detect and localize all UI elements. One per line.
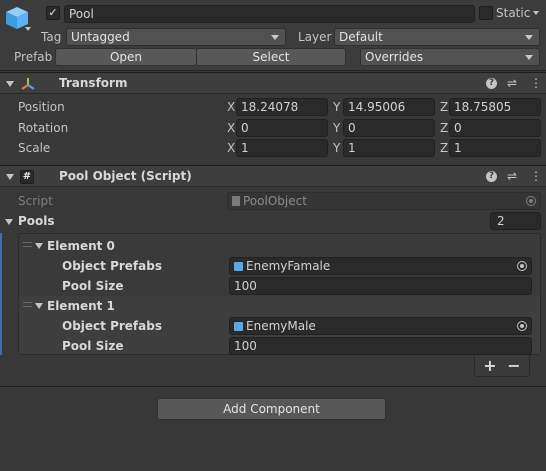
scale-y-axis[interactable]: Y — [333, 141, 340, 155]
element-fold-arrow-icon[interactable] — [35, 243, 43, 249]
more-options-icon[interactable]: ⋮ — [530, 170, 542, 182]
object-picker-icon[interactable] — [517, 261, 527, 271]
element-0-prefab-value: EnemyFamale — [246, 259, 331, 273]
rotation-x-axis[interactable]: X — [227, 121, 235, 135]
prefab-cube-icon — [234, 322, 243, 331]
tag-value: Untagged — [71, 30, 130, 44]
pool-object-header[interactable]: # Pool Object (Script) ? ⇌ ⋮ — [0, 165, 546, 187]
element-1-prefab-label: Object Prefabs — [62, 319, 162, 333]
element-0-label[interactable]: Element 0 — [47, 239, 115, 253]
fold-arrow-icon[interactable] — [6, 81, 14, 87]
add-component-button[interactable]: Add Component — [157, 398, 386, 420]
element-0-prefab-label: Object Prefabs — [62, 259, 162, 273]
rotation-x-field[interactable]: 0 — [236, 119, 328, 137]
rotation-y-axis[interactable]: Y — [333, 121, 340, 135]
pools-count-field[interactable]: 2 — [490, 212, 541, 230]
element-0-prefab-field[interactable]: EnemyFamale — [229, 257, 532, 275]
gameobject-name-input[interactable]: Pool — [64, 5, 475, 23]
pools-label[interactable]: Pools — [18, 214, 55, 228]
rotation-z-field[interactable]: 0 — [449, 119, 541, 137]
scale-z-field[interactable]: 1 — [449, 139, 541, 157]
object-picker-icon[interactable] — [526, 196, 536, 206]
fold-arrow-icon[interactable] — [6, 174, 14, 180]
static-checkbox[interactable] — [479, 6, 493, 20]
position-x-axis[interactable]: X — [227, 100, 235, 114]
tag-dropdown[interactable]: Untagged — [66, 28, 286, 46]
element-0-size-label: Pool Size — [62, 279, 124, 293]
drag-handle-icon[interactable] — [23, 242, 32, 247]
prefab-overrides-dropdown[interactable]: Overrides — [360, 48, 540, 66]
chevron-down-icon — [271, 35, 279, 40]
pools-fold-arrow-icon[interactable] — [5, 219, 13, 225]
element-1-size-label: Pool Size — [62, 339, 124, 353]
scale-y-field[interactable]: 1 — [343, 139, 435, 157]
script-file-icon — [232, 196, 240, 206]
prefab-label: Prefab — [14, 50, 53, 64]
scale-label[interactable]: Scale — [18, 141, 50, 155]
element-1-prefab-value: EnemyMale — [246, 319, 316, 333]
scale-x-axis[interactable]: X — [227, 141, 235, 155]
list-left-accent — [0, 233, 2, 355]
position-label[interactable]: Position — [18, 100, 65, 114]
gameobject-header: ✓ Pool Static Tag Untagged Layer Default… — [0, 0, 546, 71]
chevron-down-icon — [525, 35, 533, 40]
rotation-z-axis[interactable]: Z — [440, 121, 448, 135]
position-z-axis[interactable]: Z — [440, 100, 448, 114]
element-1-prefab-field[interactable]: EnemyMale — [229, 317, 532, 335]
rotation-label[interactable]: Rotation — [18, 121, 68, 135]
element-1-label[interactable]: Element 1 — [47, 299, 115, 313]
add-element-button[interactable]: + — [482, 356, 498, 376]
element-1-size-field[interactable]: 100 — [229, 337, 532, 355]
layer-label: Layer — [298, 30, 332, 44]
pool-object-title: Pool Object (Script) — [59, 169, 192, 183]
transform-title: Transform — [59, 76, 128, 90]
icon-dropdown-arrow-icon[interactable] — [25, 27, 31, 31]
element-0-size-field[interactable]: 100 — [229, 277, 532, 295]
layer-dropdown[interactable]: Default — [334, 28, 540, 46]
chevron-down-icon — [525, 55, 533, 60]
position-z-field[interactable]: 18.75805 — [449, 98, 541, 116]
prefab-open-button[interactable]: Open — [55, 48, 197, 66]
prefab-cube-icon — [234, 262, 243, 271]
drag-handle-icon[interactable] — [23, 302, 32, 307]
script-label: Script — [18, 194, 53, 208]
scale-x-field[interactable]: 1 — [236, 139, 328, 157]
active-checkbox[interactable]: ✓ — [46, 6, 60, 20]
script-checkbox[interactable]: # — [20, 170, 34, 184]
script-field: PoolObject — [227, 192, 541, 210]
help-icon[interactable]: ? — [486, 171, 497, 182]
object-picker-icon[interactable] — [517, 321, 527, 331]
overrides-label: Overrides — [365, 50, 424, 64]
divider — [0, 386, 546, 387]
more-options-icon[interactable]: ⋮ — [530, 77, 542, 89]
remove-element-button[interactable]: − — [506, 356, 522, 376]
element-fold-arrow-icon[interactable] — [35, 303, 43, 309]
transform-icon — [20, 76, 36, 92]
preset-settings-icon[interactable]: ⇌ — [507, 170, 517, 182]
help-icon[interactable]: ? — [486, 78, 497, 89]
layer-value: Default — [339, 30, 383, 44]
transform-header[interactable]: Transform ? ⇌ ⋮ — [0, 72, 546, 94]
position-x-field[interactable]: 18.24078 — [236, 98, 328, 116]
static-dropdown-arrow-icon[interactable] — [533, 11, 539, 15]
preset-settings-icon[interactable]: ⇌ — [507, 77, 517, 89]
tag-label: Tag — [41, 30, 62, 44]
prefab-select-button[interactable]: Select — [196, 48, 346, 66]
position-y-axis[interactable]: Y — [333, 100, 340, 114]
rotation-y-field[interactable]: 0 — [343, 119, 435, 137]
scale-z-axis[interactable]: Z — [440, 141, 448, 155]
script-value: PoolObject — [243, 194, 307, 208]
position-y-field[interactable]: 14.95006 — [343, 98, 435, 116]
static-label: Static — [496, 6, 531, 20]
